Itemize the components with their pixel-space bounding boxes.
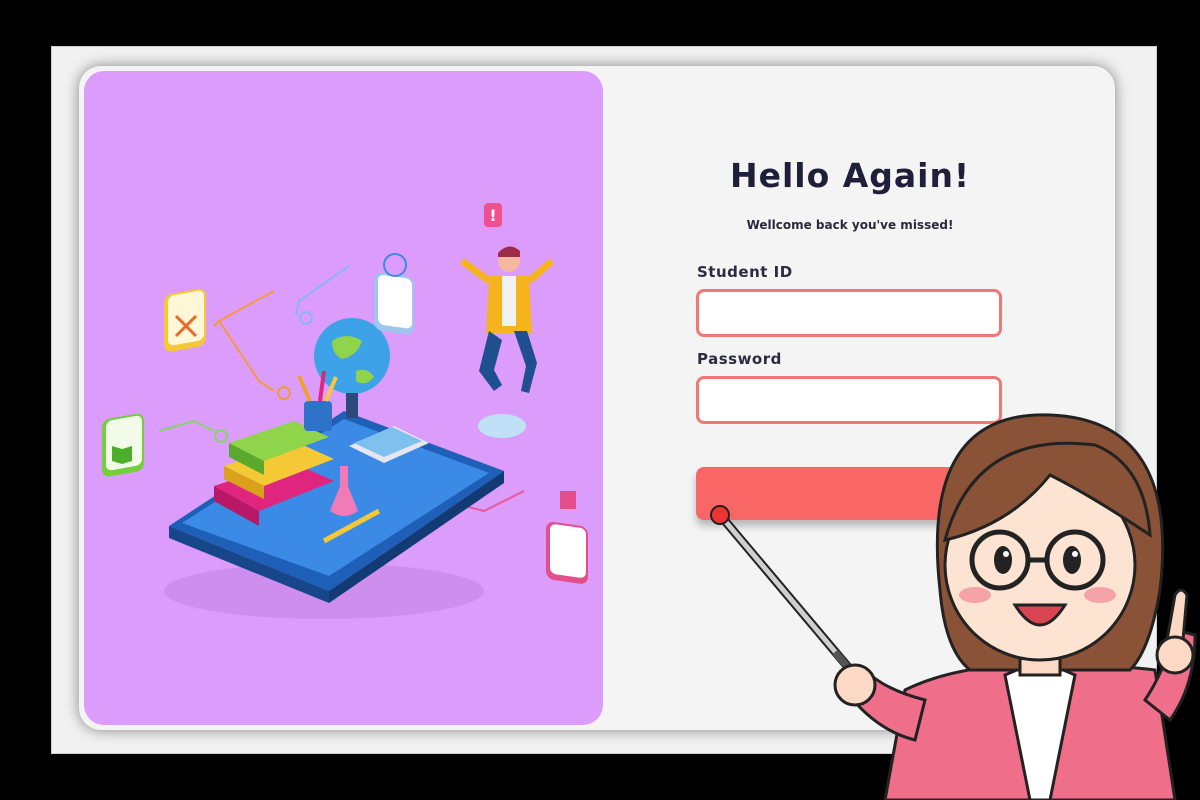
teacher-mascot <box>710 413 1197 800</box>
student-id-label: Student ID <box>697 263 793 281</box>
exclamation-icon: ! <box>484 203 502 227</box>
book-icon <box>102 413 144 477</box>
calculator-icon <box>546 491 588 584</box>
svg-text:!: ! <box>489 206 496 225</box>
page-title: Hello Again! <box>729 156 971 195</box>
student-id-input[interactable] <box>696 289 1002 337</box>
globe-icon <box>374 253 414 335</box>
pencil-ruler-icon <box>164 288 206 352</box>
page-subtitle: Wellcome back you've missed! <box>746 218 954 232</box>
hero-illustration-panel: ! <box>84 71 603 725</box>
education-illustration: ! <box>102 203 588 619</box>
password-label: Password <box>697 350 782 368</box>
